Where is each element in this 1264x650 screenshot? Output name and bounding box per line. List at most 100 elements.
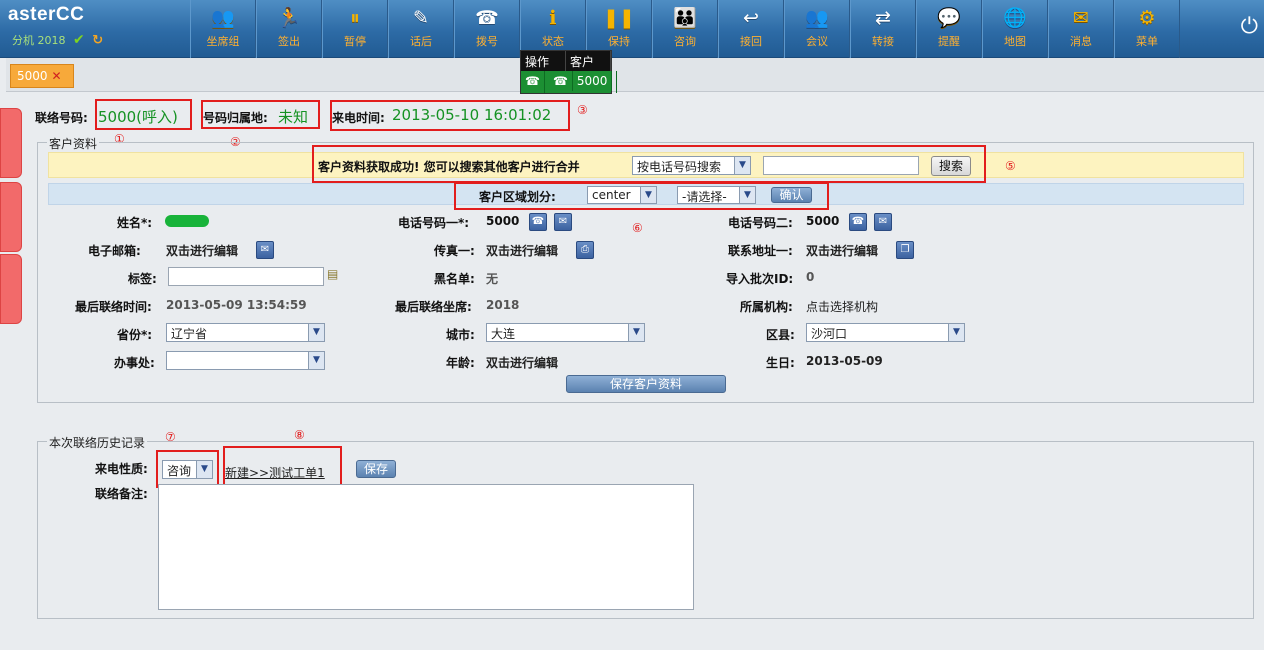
tab-bar: 5000 ✕ [6,58,1264,92]
toolbar-button-consult[interactable]: 👪 咨询 [652,0,718,58]
toolbar-button-transfer[interactable]: ⇄ 转接 [850,0,916,58]
last-contact-time-label: 最后联络时间: [75,300,152,314]
toolbar-button-dial[interactable]: ☎ 拨号 [454,0,520,58]
highlight-box-7 [156,450,219,488]
marker-8: ⑧ [294,428,305,442]
city-select[interactable]: 大连 ▼ [486,323,645,342]
province-select[interactable]: 辽宁省 ▼ [166,323,325,342]
main-content: 联络号码: 5000(呼入) 号码归属地: 未知 来电时间: 2013-05-1… [14,94,1264,650]
close-icon[interactable]: ✕ [52,69,62,83]
toolbar-button-conference[interactable]: 👥 会议 [784,0,850,58]
tags-label: 标签: [128,272,157,286]
brand: asterCC 分机 2018 ✔ ↻ [8,4,188,48]
hangup-phone-icon[interactable]: ☎ [521,71,545,93]
address-label: 联系地址一: [728,244,793,258]
office-select[interactable]: ▼ [166,351,325,370]
remark-label: 联络备注: [95,487,148,501]
extension-number: 2018 [37,34,66,47]
after-call-icon: ✎ [413,7,429,29]
hold-icon: ❚❚ [603,7,635,29]
last-contact-agent-label: 最后联络坐席: [395,300,472,314]
remark-textarea[interactable] [158,484,694,610]
notes-icon[interactable]: ▤ [327,267,338,281]
tags-input[interactable] [168,267,324,286]
copy-address-icon[interactable]: ❐ [896,241,914,259]
status-icon: ℹ [549,7,557,29]
toolbar-label: 转接 [872,35,894,48]
dial-icon: ☎ [475,7,499,29]
highlight-box-5 [312,145,986,183]
map-icon: 🌐 [1003,7,1027,29]
phone-icon: ☎ [548,71,573,91]
message-icon: ✉ [1073,7,1089,29]
name-value-redacted[interactable] [165,215,209,227]
district-select[interactable]: 沙河口 ▼ [806,323,965,342]
popup-customer-number[interactable]: ☎ 5000 [545,71,618,93]
email-value[interactable]: 双击进行编辑 [166,242,238,259]
call-phone2-icon[interactable]: ☎ [849,213,867,231]
toolbar-buttons: 👥 坐席组 🏃 签出 ⏸ 暂停 ✎ 话后 ☎ 拨号 ℹ 状态 ❚❚ 保持 👪 咨询 ↩ 接回 👥 会议 ⇄ 转接 💬 提醒 🌐 地… [190,0,1180,58]
tab-label: 5000 [17,69,48,83]
chevron-down-icon[interactable]: ✔ [73,32,85,48]
sms-phone1-icon[interactable]: ✉ [554,213,572,231]
toolbar-button-message[interactable]: ✉ 消息 [1048,0,1114,58]
marker-6: ⑥ [632,221,643,235]
address-value[interactable]: 双击进行编辑 [806,242,878,259]
save-customer-button[interactable]: 保存客户资料 [566,375,726,393]
toolbar-label: 话后 [410,35,432,48]
tab-5000[interactable]: 5000 ✕ [10,64,74,88]
fax-value[interactable]: 双击进行编辑 [486,242,558,259]
highlight-box-6 [454,182,829,210]
save-history-button[interactable]: 保存 [356,460,396,478]
contact-number-label: 联络号码: [35,111,88,125]
organization-value[interactable]: 点击选择机构 [806,298,878,315]
refresh-icon[interactable]: ↻ [92,33,103,48]
brand-name: asterCC [8,4,85,25]
toolbar-button-pause[interactable]: ⏸ 暂停 [322,0,388,58]
toolbar-button-map[interactable]: 🌐 地图 [982,0,1048,58]
toolbar-label: 暂停 [344,35,366,48]
conference-icon: 👥 [805,7,829,29]
toolbar-label: 消息 [1070,35,1092,48]
popup-header-operation: 操作 [521,51,566,71]
power-icon[interactable]: ⏻ [1241,14,1258,39]
toolbar-button-agent-group[interactable]: 👥 坐席组 [190,0,256,58]
toolbar-button-after-call[interactable]: ✎ 话后 [388,0,454,58]
history-legend: 本次联络历史记录 [47,434,148,451]
blacklist-label: 黑名单: [434,272,475,286]
highlight-box-1 [95,99,192,130]
call-phone1-icon[interactable]: ☎ [529,213,547,231]
toolbar-label: 保持 [608,35,630,48]
fax-icon[interactable]: ⎙ [576,241,594,259]
transfer-icon: ⇄ [875,7,891,29]
marker-3: ③ [577,103,588,117]
menu-icon: ⚙ [1138,7,1156,29]
office-label: 办事处: [114,356,155,370]
toolbar-label: 拨号 [476,35,498,48]
call-status-popup: 操作 客户 ☎ ☎ 5000 [520,50,618,94]
toolbar-button-reminder[interactable]: 💬 提醒 [916,0,982,58]
toolbar-button-menu[interactable]: ⚙ 菜单 [1114,0,1180,58]
name-label: 姓名*: [117,216,153,230]
mail-icon[interactable]: ✉ [256,241,274,259]
import-batch-label: 导入批次ID: [726,272,794,286]
highlight-box-2 [201,100,320,129]
consult-icon: 👪 [673,7,697,29]
chevron-down-icon: ▼ [628,324,644,341]
birthday-value[interactable]: 2013-05-09 [806,354,883,368]
province-label: 省份*: [117,328,153,342]
sms-phone2-icon[interactable]: ✉ [874,213,892,231]
toolbar-label: 咨询 [674,35,696,48]
marker-7: ⑦ [165,430,176,444]
phone2-label: 电话号码二: [728,216,793,230]
popup-header-customer: 客户 [566,51,611,71]
customer-info-legend: 客户资料 [47,135,100,152]
toolbar-button-retrieve[interactable]: ↩ 接回 [718,0,784,58]
toolbar-button-sign-out[interactable]: 🏃 签出 [256,0,322,58]
toolbar-label: 坐席组 [206,35,240,48]
toolbar-label: 状态 [542,35,564,48]
pause-icon: ⏸ [350,7,360,29]
fax-label: 传真一: [434,244,475,258]
age-value[interactable]: 双击进行编辑 [486,354,558,371]
chevron-down-icon: ▼ [948,324,964,341]
